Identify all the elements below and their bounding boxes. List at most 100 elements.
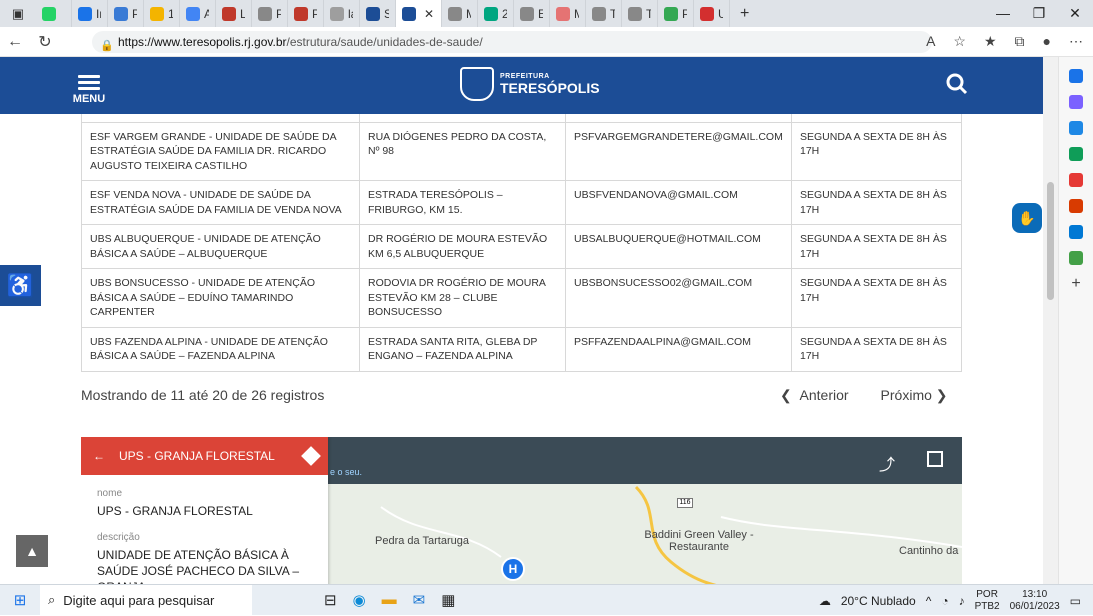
minimize-button[interactable]: — xyxy=(985,0,1021,27)
taskbar-search[interactable]: ⌕ Digite aqui para pesquisar xyxy=(40,584,252,616)
weather-text[interactable]: 20°C Nublado xyxy=(841,594,916,608)
more-options-icon[interactable]: ⋯ xyxy=(1069,33,1083,50)
share-icon[interactable]: ⤴ xyxy=(879,451,895,475)
taskbar-search-placeholder: Digite aqui para pesquisar xyxy=(63,592,215,608)
tab-title: PRO xyxy=(132,7,137,21)
close-window-button[interactable]: ✕ xyxy=(1057,0,1093,27)
address-cell: RUA DIÓGENES PEDRO DA COSTA, Nº 98 xyxy=(359,121,566,181)
tab-favicon-icon xyxy=(448,6,462,21)
browser-tab[interactable]: Eco xyxy=(514,0,550,27)
email-cell: PSFFAZENDAALPINA@GMAIL.COM xyxy=(565,326,792,372)
browser-tab[interactable]: Legi xyxy=(216,0,252,27)
reload-button[interactable]: ↻ xyxy=(30,32,60,52)
menu-button[interactable]: MENU xyxy=(72,72,106,105)
previous-page-button[interactable]: ❮ Anterior xyxy=(780,387,849,404)
volume-icon[interactable]: ♪ xyxy=(959,594,965,608)
favorites-icon[interactable]: ★ xyxy=(984,33,997,50)
drop-icon[interactable] xyxy=(1069,251,1083,265)
language-indicator[interactable]: POR PTB2 xyxy=(975,589,1000,613)
maximize-button[interactable]: ❐ xyxy=(1021,0,1057,27)
tray-chevron-icon[interactable]: ^ xyxy=(926,594,932,608)
tab-favicon-icon xyxy=(186,6,200,21)
games-icon[interactable] xyxy=(1069,173,1083,187)
hours-cell: SEGUNDA A SEXTA DE 8H ÀS 17H xyxy=(791,180,962,225)
back-to-top-button[interactable]: ▲ xyxy=(16,535,48,567)
network-icon[interactable]: ◔ xyxy=(941,594,948,608)
collections-icon[interactable]: ⧉ xyxy=(1015,33,1025,50)
site-header: MENU PREFEITURA TERESÓPOLIS xyxy=(0,57,1043,114)
browser-tab[interactable]: PRO xyxy=(108,0,144,27)
browser-tab[interactable]: laze xyxy=(324,0,360,27)
copilot-icon[interactable] xyxy=(1069,95,1083,109)
back-button[interactable]: ← xyxy=(0,33,30,51)
favorite-add-icon[interactable]: ☆ xyxy=(953,33,966,50)
browser-tab[interactable]: Map xyxy=(550,0,586,27)
clock[interactable]: 13:10 06/01/2023 xyxy=(1010,589,1060,613)
road-shield: 116 xyxy=(677,498,693,508)
site-logo[interactable]: PREFEITURA TERESÓPOLIS xyxy=(460,67,600,101)
directions-icon[interactable] xyxy=(301,446,321,466)
tab-title: Eco xyxy=(538,7,543,21)
search-icon[interactable] xyxy=(946,73,968,95)
browser-tab[interactable] xyxy=(36,0,72,27)
address-cell: ESTRADA SANTA RITA, GLEBA DP ENGANO – FA… xyxy=(359,326,566,372)
browser-tab[interactable]: Pág xyxy=(252,0,288,27)
close-tab-icon[interactable]: ✕ xyxy=(424,7,434,21)
map-info-panel: ← UPS - GRANJA FLORESTAL nome UPS - GRAN… xyxy=(81,437,328,584)
email-cell: UBSFVENDANOVA@GMAIL.COM xyxy=(565,180,792,225)
tab-title: Map xyxy=(574,7,579,21)
app-taskbar-icon[interactable]: ▦ xyxy=(441,591,455,609)
browser-tab[interactable]: Pág xyxy=(288,0,324,27)
tab-favicon-icon xyxy=(556,6,570,21)
browser-tab[interactable]: 202 xyxy=(478,0,514,27)
accessibility-button[interactable]: ♿ xyxy=(0,265,41,306)
back-arrow-icon[interactable]: ← xyxy=(93,449,105,463)
description-value: UNIDADE DE ATENÇÃO BÁSICA À SAÚDE JOSÉ P… xyxy=(97,548,300,584)
browser-tab[interactable]: Map xyxy=(442,0,478,27)
browser-tab[interactable]: Turi xyxy=(586,0,622,27)
profile-avatar[interactable]: ● xyxy=(1043,33,1051,50)
shopping-icon[interactable] xyxy=(1069,121,1083,135)
browser-tab[interactable]: Unic xyxy=(694,0,730,27)
start-button[interactable]: ⊞ xyxy=(0,591,40,609)
scrollbar-thumb[interactable] xyxy=(1047,182,1054,300)
mail-taskbar-icon[interactable]: ✉ xyxy=(413,591,426,609)
edge-taskbar-icon[interactable]: ◉ xyxy=(353,591,366,609)
fullscreen-icon[interactable] xyxy=(927,451,943,467)
tab-favicon-icon xyxy=(484,6,498,21)
page-scrollbar[interactable] xyxy=(1043,57,1058,584)
browser-tab[interactable]: Psf xyxy=(658,0,694,27)
tab-title: Turi xyxy=(610,7,615,21)
embedded-map[interactable]: e o seu. ⤴ 116 Pedra da Tartaruga Baddin… xyxy=(81,437,962,584)
tools-icon[interactable] xyxy=(1069,147,1083,161)
browser-tab[interactable]: ✕ xyxy=(396,0,442,27)
search-sidebar-icon[interactable] xyxy=(1069,69,1083,83)
table-row: ESF VENDA NOVA - UNIDADE DE SAÚDE DA EST… xyxy=(81,180,962,225)
logo-big-text: TERESÓPOLIS xyxy=(500,79,600,96)
browser-tab[interactable]: Iníci xyxy=(72,0,108,27)
outlook-icon[interactable] xyxy=(1069,225,1083,239)
office-icon[interactable] xyxy=(1069,199,1083,213)
browser-tab[interactable]: Secr xyxy=(360,0,396,27)
tab-actions-icon[interactable]: ▣ xyxy=(0,6,36,22)
tab-title: 1_Re xyxy=(168,7,173,21)
tab-favicon-icon xyxy=(222,6,236,21)
new-tab-button[interactable]: + xyxy=(730,5,759,23)
browser-tab[interactable]: Turi xyxy=(622,0,658,27)
notification-icon[interactable]: ▭ xyxy=(1070,594,1081,608)
add-sidebar-icon[interactable]: + xyxy=(1069,276,1083,292)
tab-favicon-icon xyxy=(664,6,678,21)
browser-tab[interactable]: 1_Re xyxy=(144,0,180,27)
read-aloud-icon[interactable]: A xyxy=(926,33,935,50)
email-cell: PSFVARGEMGRANDETERE@GMAIL.COM xyxy=(565,121,792,181)
url-field[interactable]: 🔒 https://www.teresopolis.rj.gov.br/estr… xyxy=(92,31,932,53)
task-view-icon[interactable]: ⊟ xyxy=(324,591,337,609)
sign-language-button[interactable]: ✋ xyxy=(1012,203,1042,233)
tab-favicon-icon xyxy=(114,6,128,21)
explorer-taskbar-icon[interactable]: ▬ xyxy=(382,591,397,609)
address-cell: DR ROGÉRIO DE MOURA ESTEVÃO KM 6,5 ALBUQ… xyxy=(359,224,566,269)
browser-tab[interactable]: Aná xyxy=(180,0,216,27)
unit-name-cell: ESF VENDA NOVA - UNIDADE DE SAÚDE DA EST… xyxy=(81,180,360,225)
hospital-marker[interactable]: H xyxy=(501,557,525,581)
next-page-button[interactable]: Próximo ❯ xyxy=(881,387,948,404)
